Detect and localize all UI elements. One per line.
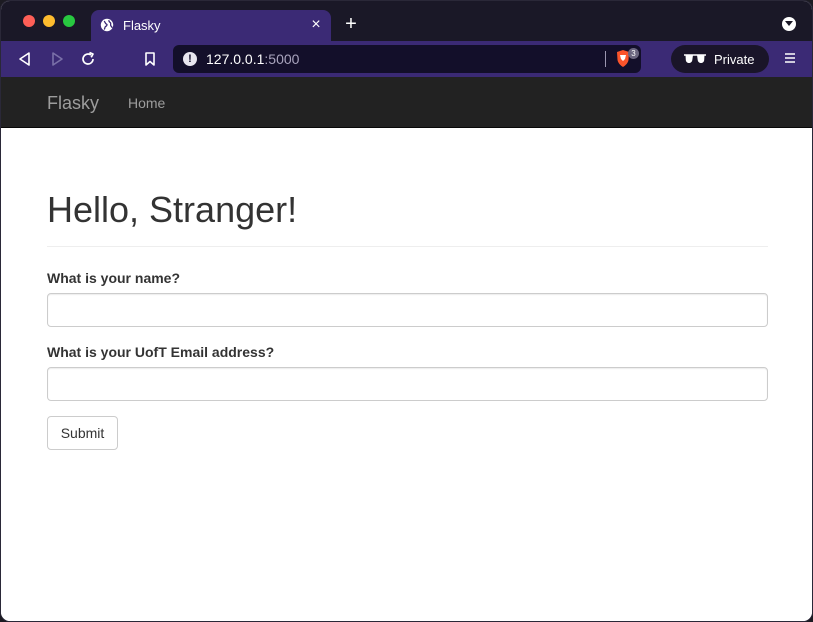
menu-icon[interactable] (784, 52, 796, 64)
tab-title: Flasky (123, 18, 161, 33)
tab-close-icon[interactable]: × (307, 16, 325, 34)
bookmark-icon[interactable] (140, 49, 160, 69)
zoom-window-button[interactable] (63, 15, 75, 27)
email-input[interactable] (47, 367, 768, 401)
site-info-icon[interactable]: ! (183, 52, 197, 66)
url-divider (605, 51, 606, 67)
globe-icon (100, 18, 114, 32)
title-divider (47, 246, 768, 247)
name-field-label: What is your name? (47, 270, 181, 286)
forward-icon[interactable] (47, 49, 67, 69)
submit-button[interactable]: Submit (47, 416, 118, 450)
private-window-indicator[interactable]: Private (671, 45, 769, 73)
tab-flasky[interactable]: Flasky × (91, 10, 331, 41)
tab-list-icon[interactable] (782, 17, 796, 31)
minimize-window-button[interactable] (43, 15, 55, 27)
reload-icon[interactable] (78, 49, 98, 69)
browser-toolbar: ! 127.0.0.1:5000 3 Private (1, 41, 812, 77)
back-icon[interactable] (15, 49, 35, 69)
navbar-brand[interactable]: Flasky (47, 93, 99, 114)
private-label: Private (714, 52, 755, 67)
tab-strip: Flasky × + (1, 1, 812, 41)
page-content: Hello, Stranger! What is your name? What… (1, 128, 812, 621)
url-text[interactable]: 127.0.0.1:5000 (206, 51, 299, 67)
email-field-label: What is your UofT Email address? (47, 344, 275, 360)
shield-count-badge: 3 (628, 48, 639, 59)
close-window-button[interactable] (23, 15, 35, 27)
page-title: Hello, Stranger! (47, 189, 298, 230)
url-port: :5000 (264, 51, 300, 67)
nav-link-home[interactable]: Home (128, 95, 165, 111)
private-glasses-icon (684, 54, 706, 63)
address-bar[interactable]: ! 127.0.0.1:5000 3 (173, 45, 641, 73)
site-navbar: Flasky Home (1, 77, 812, 128)
name-input[interactable] (47, 293, 768, 327)
new-tab-button[interactable]: + (341, 14, 361, 34)
browser-window: Flasky × + ! 127.0.0.1:5000 3 Private Fl… (0, 0, 813, 622)
url-host: 127.0.0.1 (206, 51, 265, 67)
